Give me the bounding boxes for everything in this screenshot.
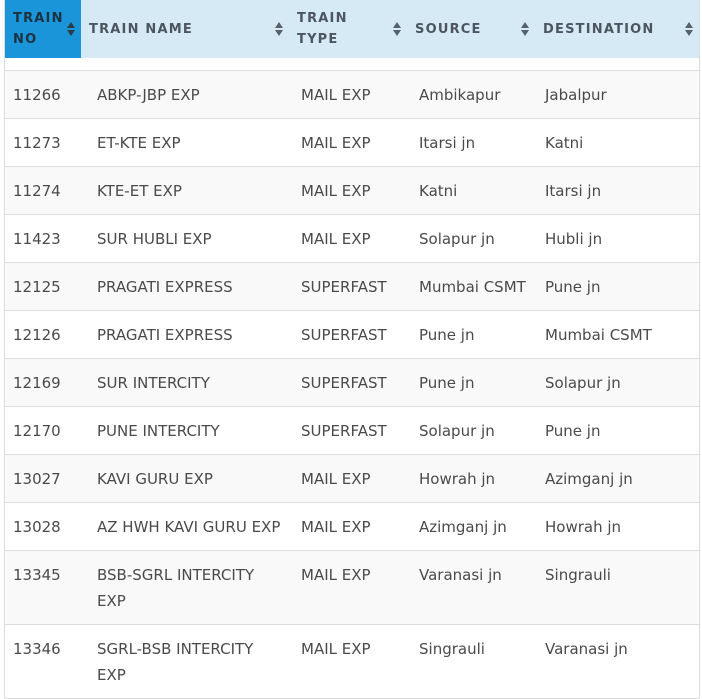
cell-train-type: SUPERFAST — [289, 262, 407, 311]
sort-icon — [393, 21, 401, 37]
cell-train-type: MAIL EXP — [289, 118, 407, 167]
cell-destination: Jabalpur — [535, 70, 699, 119]
cell-source: Pune jn — [407, 358, 535, 407]
table-row[interactable]: 12169 SUR INTERCITY SUPERFAST Pune jn Solapu… — [5, 358, 699, 407]
cell-train-name: PRAGATI EXPRESS — [81, 262, 289, 311]
cell-train-type: MAIL EXP — [289, 624, 407, 699]
cell-destination: Solapur jn — [535, 358, 699, 407]
cell-train-type: MAIL EXP — [289, 502, 407, 551]
cell-destination: Mumbai CSMT — [535, 310, 699, 359]
cell-train-name: PRAGATI EXPRESS — [81, 310, 289, 359]
table-row[interactable]: 13028 AZ HWH KAVI GURU EXP MAIL EXP Azimgan… — [5, 502, 699, 551]
column-header-source[interactable]: SOURCE — [407, 0, 535, 58]
sort-icon — [521, 21, 529, 37]
cell-train-name: ET-KTE EXP — [81, 118, 289, 167]
train-table: TRAIN NO TRAIN NAME TRAIN TYPE SOURCE DE… — [5, 0, 699, 699]
cell-source: Singrauli — [407, 624, 535, 699]
cell-train-type: SUPERFAST — [289, 310, 407, 359]
cell-train-no: 12126 — [5, 310, 81, 359]
cell-train-type: MAIL EXP — [289, 70, 407, 119]
column-header-train-name[interactable]: TRAIN NAME — [81, 0, 289, 58]
cell-destination: Varanasi jn — [535, 624, 699, 699]
table-row[interactable]: 13346 SGRL-BSB INTERCITY EXP MAIL EXP Singr… — [5, 624, 699, 699]
cell-destination: Itarsi jn — [535, 166, 699, 215]
cell-train-no: 12170 — [5, 406, 81, 455]
cell-train-name: KAVI GURU EXP — [81, 454, 289, 503]
cell-train-no: 13345 — [5, 550, 81, 625]
cell-train-name: SGRL-BSB INTERCITY EXP — [81, 624, 289, 699]
table-row[interactable]: 11273 ET-KTE EXP MAIL EXP Itarsi jn Katni — [5, 118, 699, 167]
sort-icon — [67, 21, 75, 37]
cell-train-name: PUNE INTERCITY — [81, 406, 289, 455]
column-header-train-type[interactable]: TRAIN TYPE — [289, 0, 407, 58]
table-row[interactable]: 12170 PUNE INTERCITY SUPERFAST Solapur jn Pu… — [5, 406, 699, 455]
cell-train-type: MAIL EXP — [289, 550, 407, 625]
cell-destination: Katni — [535, 118, 699, 167]
train-table-container: TRAIN NO TRAIN NAME TRAIN TYPE SOURCE DE… — [4, 0, 700, 699]
table-row[interactable]: 11266 ABKP-JBP EXP MAIL EXP Ambikapur Jabalp… — [5, 70, 699, 119]
cell-train-type: MAIL EXP — [289, 214, 407, 263]
table-row[interactable]: 13027 KAVI GURU EXP MAIL EXP Howrah jn Azimg… — [5, 454, 699, 503]
cell-source: Solapur jn — [407, 214, 535, 263]
table-row[interactable]: 12125 PRAGATI EXPRESS SUPERFAST Mumbai CSMT… — [5, 262, 699, 311]
column-header-label: TRAIN TYPE — [297, 11, 348, 47]
cell-destination: Howrah jn — [535, 502, 699, 551]
cell-train-no: 13028 — [5, 502, 81, 551]
cell-source: Azimganj jn — [407, 502, 535, 551]
cell-train-type: SUPERFAST — [289, 358, 407, 407]
cell-train-type: MAIL EXP — [289, 166, 407, 215]
cell-source: Solapur jn — [407, 406, 535, 455]
cell-source: Howrah jn — [407, 454, 535, 503]
cell-destination: Pune jn — [535, 262, 699, 311]
cell-train-no: 11266 — [5, 70, 81, 119]
cell-source: Mumbai CSMT — [407, 262, 535, 311]
cell-train-no: 13346 — [5, 624, 81, 699]
cell-train-name: AZ HWH KAVI GURU EXP — [81, 502, 289, 551]
cell-source: Ambikapur — [407, 70, 535, 119]
cell-destination: Hubli jn — [535, 214, 699, 263]
table-row[interactable]: 13345 BSB-SGRL INTERCITY EXP MAIL EXP Varan… — [5, 550, 699, 625]
cell-train-name: SUR INTERCITY — [81, 358, 289, 407]
sort-icon — [685, 21, 693, 37]
cell-source: Katni — [407, 166, 535, 215]
cell-train-no: 11274 — [5, 166, 81, 215]
table-row[interactable]: 12126 PRAGATI EXPRESS SUPERFAST Pune jn Mumb… — [5, 310, 699, 359]
column-header-train-no[interactable]: TRAIN NO — [5, 0, 81, 58]
cell-train-type: SUPERFAST — [289, 406, 407, 455]
table-row[interactable]: 11423 SUR HUBLI EXP MAIL EXP Solapur jn Hubl… — [5, 214, 699, 263]
cell-train-name: BSB-SGRL INTERCITY EXP — [81, 550, 289, 625]
cell-train-name: SUR HUBLI EXP — [81, 214, 289, 263]
column-header-label: SOURCE — [415, 21, 482, 37]
table-body: 11266 ABKP-JBP EXP MAIL EXP Ambikapur Jabalp… — [5, 58, 699, 699]
column-header-destination[interactable]: DESTINATION — [535, 0, 699, 58]
cell-train-no: 12169 — [5, 358, 81, 407]
column-header-label: TRAIN NAME — [89, 21, 193, 37]
column-header-label: DESTINATION — [543, 21, 655, 37]
cell-train-no: 11273 — [5, 118, 81, 167]
cell-source: Pune jn — [407, 310, 535, 359]
cell-source: Varanasi jn — [407, 550, 535, 625]
cell-train-name: ABKP-JBP EXP — [81, 70, 289, 119]
cell-train-no: 11423 — [5, 214, 81, 263]
header-row: TRAIN NO TRAIN NAME TRAIN TYPE SOURCE DE… — [5, 0, 699, 58]
sort-icon — [275, 21, 283, 37]
cell-train-name: KTE-ET EXP — [81, 166, 289, 215]
cell-train-no: 12125 — [5, 262, 81, 311]
cell-source: Itarsi jn — [407, 118, 535, 167]
table-header: TRAIN NO TRAIN NAME TRAIN TYPE SOURCE DE… — [5, 0, 699, 58]
table-row[interactable]: 11274 KTE-ET EXP MAIL EXP Katni Itarsi jn — [5, 166, 699, 215]
cell-destination: Azimganj jn — [535, 454, 699, 503]
cell-destination: Singrauli — [535, 550, 699, 625]
cell-destination: Pune jn — [535, 406, 699, 455]
cell-train-no: 13027 — [5, 454, 81, 503]
spacer-row — [5, 58, 699, 71]
cell-train-type: MAIL EXP — [289, 454, 407, 503]
